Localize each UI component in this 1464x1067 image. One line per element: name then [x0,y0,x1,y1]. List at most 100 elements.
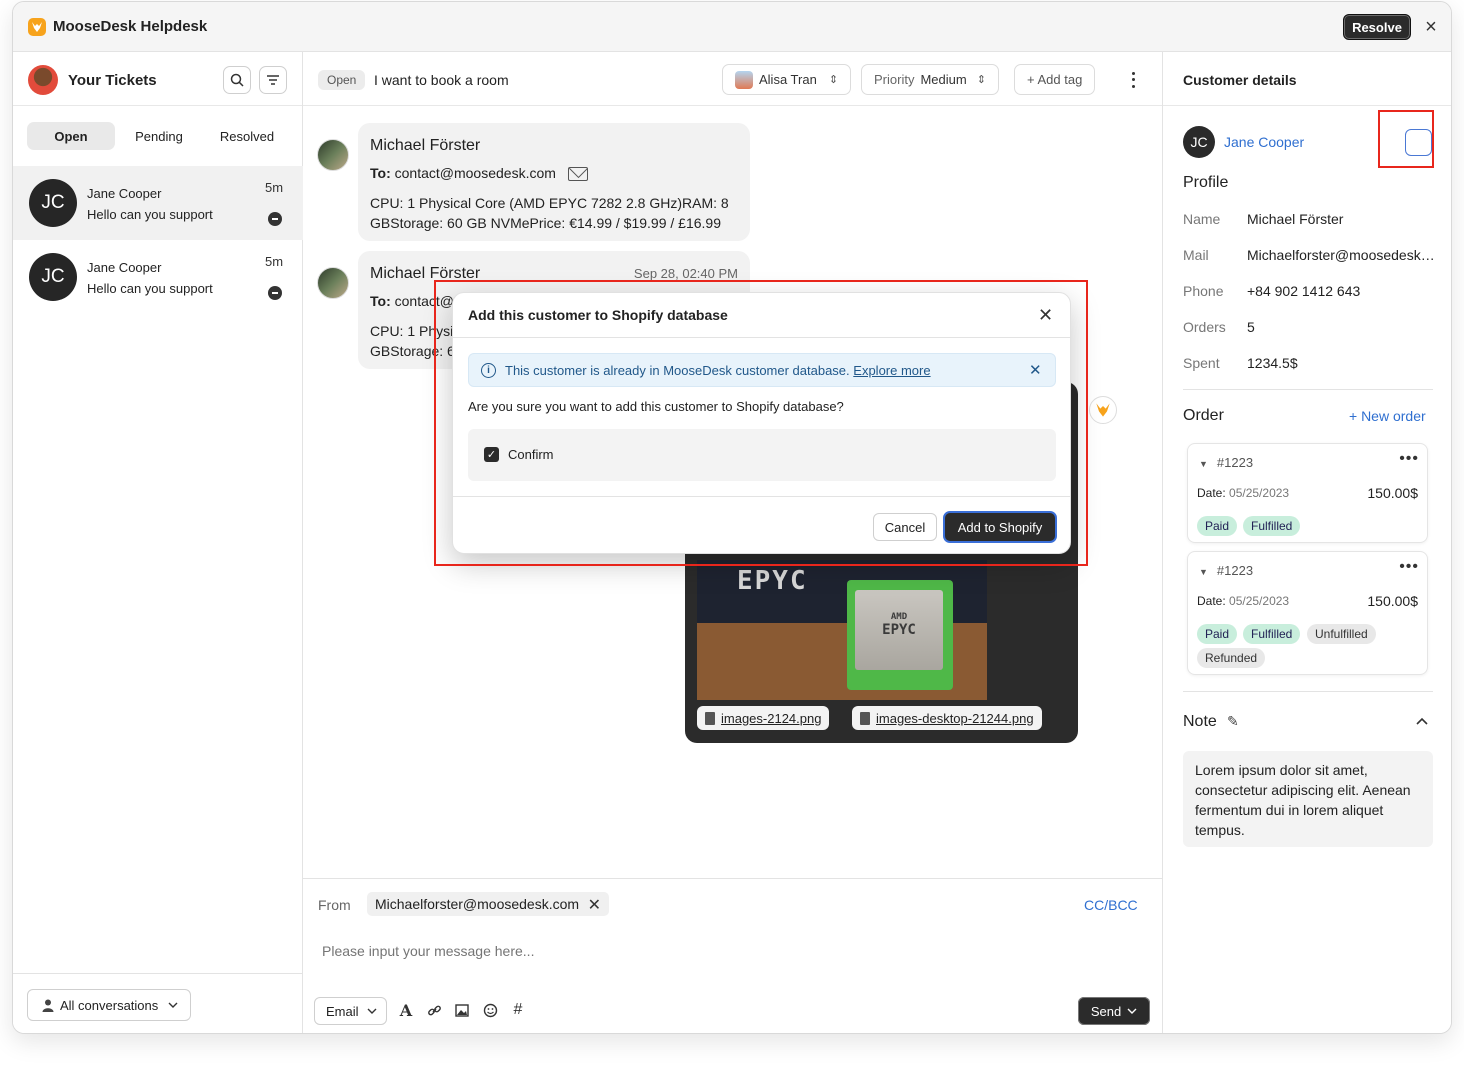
add-tag-label: + Add tag [1027,72,1083,87]
ticket-time: 5m [265,254,284,269]
ticket-customer-name: Jane Cooper [87,260,162,275]
order-number: #1223 [1216,455,1254,470]
assignee-select[interactable]: Alisa Tran ⇕ [722,64,852,95]
channel-select[interactable]: Email [314,997,387,1025]
channel-label: Email [326,1003,359,1019]
ticket-avatar: JC [29,253,77,301]
conversation-filter-dropdown[interactable]: All conversations [27,989,191,1021]
tab-open[interactable]: Open [27,122,115,150]
ticket-list-item[interactable]: JC Jane Cooper Hello can you support 5m [13,166,303,240]
chat-icon [268,212,282,226]
date-value: 05/25/2023 [1229,486,1290,500]
product-photo[interactable]: EPYC AMD EPYC [697,560,987,700]
status-tag: Fulfilled [1243,624,1301,644]
order-amount: 150.00$ [1367,593,1418,609]
profile-value: Michaelforster@moosedesk.com [1247,247,1437,263]
chevron-down-icon [168,1002,178,1008]
order-date: Date: 05/25/2023 [1197,594,1289,608]
sender-avatar [317,139,349,171]
remove-icon[interactable]: ✕ [588,895,601,915]
filter-button[interactable] [259,66,287,94]
profile-value: +84 902 1412 643 [1247,283,1361,299]
more-options-icon[interactable] [1125,70,1141,90]
status-tag: Paid [1197,516,1238,536]
order-card[interactable]: ▼ #1223 ••• Date: 05/25/2023 150.00$ Paid… [1187,551,1428,675]
status-tag: Paid [1197,624,1238,644]
edit-pencil-icon[interactable]: ✎ [1227,713,1239,730]
status-tag: Fulfilled [1243,516,1301,536]
more-options-icon[interactable]: ••• [1399,558,1419,576]
status-tag: Refunded [1197,648,1266,668]
profile-value: 5 [1247,319,1255,335]
sender-name: Michael Förster [370,137,481,154]
chevron-down-icon [367,1008,377,1014]
link-icon[interactable] [425,1001,443,1019]
emoji-icon[interactable] [481,1001,499,1019]
caret-down-icon: ▼ [1199,459,1208,469]
priority-select[interactable]: Priority Medium ⇕ [861,64,999,95]
note-heading: Note [1183,713,1217,730]
more-options-icon[interactable]: ••• [1399,450,1419,468]
profile-key: Orders [1183,319,1226,335]
customer-name-link[interactable]: Jane Cooper [1224,134,1304,150]
order-id[interactable]: ▼ #1223 [1199,563,1253,578]
cpu-chip: AMD EPYC [855,590,943,670]
order-number: #1223 [1216,563,1254,578]
sidebar-title: Your Tickets [68,72,157,89]
to-label: To: [370,293,391,309]
text-format-icon[interactable]: A [397,1001,415,1020]
ticket-sidebar: Your Tickets Open Pending Resolved JC Ja… [13,52,303,1033]
new-order-link[interactable]: + New order [1349,408,1426,424]
status-badge: Open [318,70,366,90]
tab-resolved[interactable]: Resolved [203,122,291,150]
message-line: GBStorage: 60 GB NVMePrice: €14.99 / $19… [370,215,721,231]
sidebar-header: Your Tickets [13,52,302,106]
resolve-button[interactable]: Resolve [1343,14,1411,40]
attachment-link[interactable]: images-desktop-21244.png [852,706,1042,730]
caret-down-icon: ▼ [1199,567,1208,577]
ticket-preview: Hello can you support [87,207,213,222]
recipient-email: contact@moosedesk.com [394,165,556,181]
highlight-box [1378,110,1434,168]
to-label: To: [370,165,391,181]
sort-updown-icon: ⇕ [976,74,986,86]
hashtag-icon[interactable]: # [509,1001,527,1019]
order-heading: Order [1183,407,1224,424]
message-recipient: To: contact@moosedesk.com [370,165,588,182]
attachment-link[interactable]: images-2124.png [697,706,830,730]
customer-avatar: JC [1183,126,1215,158]
profile-key: Phone [1183,283,1224,299]
chevron-up-icon[interactable] [1416,712,1428,728]
conversation-filter-label: All conversations [60,997,159,1013]
chip-brand: AMD [890,612,908,622]
cc-bcc-link[interactable]: CC/BCC [1084,897,1138,913]
order-card[interactable]: ▼ #1223 ••• Date: 05/25/2023 150.00$ Paid… [1187,443,1428,543]
sidebar-footer: All conversations [13,973,302,1033]
date-label: Date: [1197,594,1226,608]
search-button[interactable] [223,66,251,94]
image-icon[interactable] [453,1001,471,1019]
sort-updown-icon: ⇕ [828,74,839,86]
user-icon [42,999,54,1012]
send-button[interactable]: Send [1078,997,1150,1025]
close-window-icon[interactable]: × [1421,16,1441,38]
highlight-box [434,280,1088,566]
ticket-list-item[interactable]: JC Jane Cooper Hello can you support 5m [13,240,303,314]
chat-icon [268,286,282,300]
message-time: Sep 28, 02:40 PM [633,266,738,281]
title-bar: MooseDesk Helpdesk Resolve × [13,2,1451,52]
priority-label: Priority [874,72,915,87]
order-amount: 150.00$ [1367,485,1418,501]
from-email-chip[interactable]: Michaelforster@moosedesk.com ✕ [367,892,610,916]
order-id[interactable]: ▼ #1223 [1199,455,1253,470]
chip-text: EPYC [882,622,916,638]
message-input[interactable] [322,943,1122,959]
user-avatar[interactable] [28,65,58,95]
tab-pending[interactable]: Pending [115,122,203,150]
add-tag-button[interactable]: + Add tag [1014,64,1096,95]
priority-value: Medium [920,72,967,87]
ticket-time: 5m [265,180,284,195]
attachment-name: images-2124.png [721,710,822,726]
note-text: Lorem ipsum dolor sit amet, consectetur … [1183,751,1433,847]
ticket-status-tabs: Open Pending Resolved [27,122,291,150]
